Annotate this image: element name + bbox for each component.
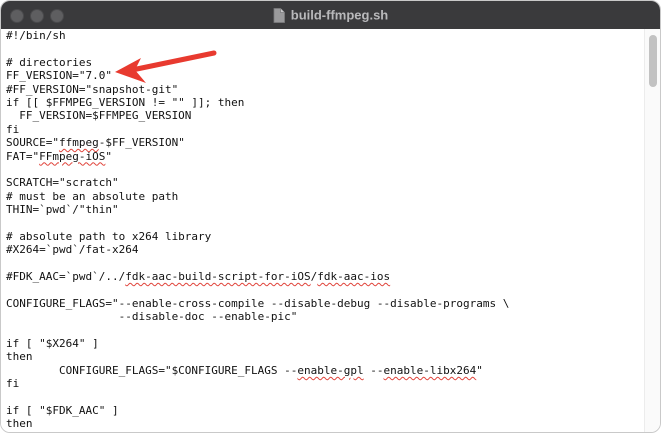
code-segment: #!/bin/sh [6, 29, 66, 42]
code-segment: fi [6, 122, 20, 136]
scroll-thumb[interactable] [649, 35, 657, 87]
code-segment: SOURCE=" [6, 136, 59, 150]
code-line[interactable]: --disable-doc --enable-pic" [6, 310, 644, 323]
code-segment: if [[ $FFMPEG_VERSION != "" ]]; then [6, 95, 245, 109]
window-title-text: build-ffmpeg.sh [290, 7, 389, 23]
misspelled-word: fdk-aac-ios [317, 270, 391, 284]
code-segment: fi [6, 377, 20, 391]
code-line[interactable] [6, 257, 644, 270]
code-segment: -$FF_VERSION" [98, 136, 185, 150]
code-line[interactable]: fi [6, 377, 644, 390]
code-text[interactable]: #!/bin/sh # directories FF_VERSION="7.0" #F… [1, 29, 644, 431]
code-line[interactable] [6, 283, 644, 296]
code-segment: #FF_VERSION="snapshot-git" [6, 82, 179, 96]
code-line[interactable]: SOURCE="ffmpeg-$FF_VERSION" [6, 136, 644, 149]
code-line[interactable]: SCRATCH="scratch" [6, 176, 644, 189]
code-line[interactable]: if [[ $FFMPEG_VERSION != "" ]]; then [6, 96, 644, 109]
code-line[interactable]: CONFIGURE_FLAGS="$CONFIGURE_FLAGS --enab… [6, 364, 644, 377]
misspelled-word: ffmpeg [58, 136, 99, 150]
code-line[interactable]: fi [6, 123, 644, 136]
code-segment: if [ "$FDK_AAC" ] [6, 403, 119, 417]
code-line[interactable]: FF_VERSION=$FFMPEG_VERSION [6, 109, 644, 122]
window-title: build-ffmpeg.sh [1, 1, 660, 29]
code-line[interactable]: # absolute path to x264 library [6, 230, 644, 243]
code-line[interactable]: #FF_VERSION="snapshot-git" [6, 83, 644, 96]
code-line[interactable]: CONFIGURE_FLAGS="--enable-cross-compile … [6, 297, 644, 310]
code-line[interactable] [6, 42, 644, 55]
code-line[interactable]: THIN=`pwd`/"thin" [6, 203, 644, 216]
code-segment: then [6, 417, 33, 431]
code-segment: " [105, 149, 112, 163]
misspelled-word: FFmpeg-iOS [39, 149, 106, 163]
code-segment: FF_VERSION=$FFMPEG_VERSION [6, 109, 192, 123]
code-segment: -- [363, 363, 384, 377]
title-bar[interactable]: build-ffmpeg.sh [1, 1, 660, 30]
code-segment: CONFIGURE_FLAGS="--enable-cross-compile … [6, 296, 510, 310]
code-line[interactable]: FF_VERSION="7.0" [6, 69, 644, 82]
code-line[interactable]: # must be an absolute path [6, 190, 644, 203]
code-line[interactable]: FAT="FFmpeg-iOS" [6, 150, 644, 163]
code-line[interactable]: # directories [6, 56, 644, 69]
code-segment: FAT=" [6, 149, 40, 163]
code-segment: CONFIGURE_FLAGS="$CONFIGURE_FLAGS -- [6, 363, 298, 377]
code-segment: # absolute path to x264 library [6, 229, 212, 243]
vertical-scrollbar[interactable] [644, 29, 660, 432]
code-segment: " [476, 363, 483, 377]
code-segment: #X264=`pwd`/fat-x264 [6, 243, 139, 257]
code-segment: then [6, 350, 33, 364]
code-line[interactable]: if [ "$FDK_AAC" ] [6, 404, 644, 417]
code-line[interactable] [6, 216, 644, 229]
code-line[interactable]: then [6, 350, 644, 363]
code-segment: FF_VERSION="7.0" [6, 69, 112, 83]
code-line[interactable]: #FDK_AAC=`pwd`/../fdk-aac-build-script-f… [6, 270, 644, 283]
code-line[interactable]: if [ "$X264" ] [6, 337, 644, 350]
code-line[interactable] [6, 324, 644, 337]
code-editor[interactable]: #!/bin/sh # directories FF_VERSION="7.0" #F… [1, 29, 644, 432]
misspelled-word: enable-gpl [297, 363, 364, 377]
code-segment: #FDK_AAC=`pwd`/../ [6, 270, 126, 284]
misspelled-word: fdk-aac-build-script-for-iOS [125, 270, 311, 284]
document-icon [273, 8, 285, 23]
code-segment: # directories [6, 55, 93, 69]
code-segment: if [ "$X264" ] [6, 336, 99, 350]
code-segment: THIN=`pwd`/"thin" [6, 203, 119, 217]
code-line[interactable] [6, 391, 644, 404]
code-line[interactable]: then [6, 417, 644, 430]
text-editor-window: build-ffmpeg.sh #!/bin/sh # directories FF… [0, 0, 661, 433]
code-segment: SCRATCH="scratch" [6, 176, 119, 190]
misspelled-word: enable-libx264 [383, 363, 477, 377]
code-segment: --disable-doc --enable-pic" [6, 310, 298, 324]
code-line[interactable]: #X264=`pwd`/fat-x264 [6, 243, 644, 256]
code-line[interactable]: #!/bin/sh [6, 29, 644, 42]
code-segment: # must be an absolute path [6, 189, 179, 203]
code-line[interactable] [6, 163, 644, 176]
